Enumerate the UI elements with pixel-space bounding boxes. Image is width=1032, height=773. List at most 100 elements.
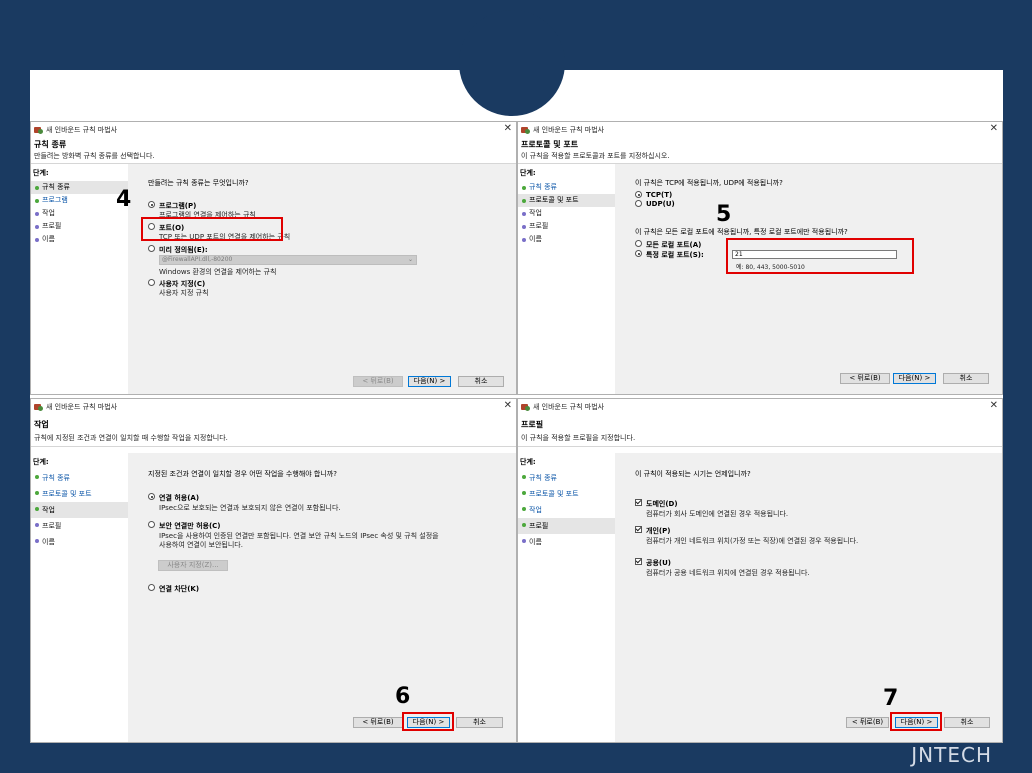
option-specific-ports[interactable]: 특정 로컬 포트(S): (635, 250, 704, 260)
back-button[interactable]: < 뒤로(B) (840, 373, 890, 384)
customize-button[interactable]: 사용자 지정(Z)... (158, 560, 228, 571)
steps-label: 단계: (520, 169, 536, 177)
radio-allow-secure[interactable] (148, 521, 155, 528)
wizard-content: 만들려는 규칙 종류는 무엇입니까? 프로그램(P) 프로그램의 연결을 제어하… (128, 164, 516, 394)
step-item-profile[interactable]: 프로필 (518, 518, 615, 534)
step-item-name[interactable]: 이름 (31, 233, 128, 246)
next-button[interactable]: 다음(N) > (893, 373, 936, 384)
radio-tcp[interactable] (635, 191, 642, 198)
step-item-action[interactable]: 작업 (31, 502, 128, 518)
option-predefined-desc: Windows 환경의 연결을 제어하는 규칙 (159, 268, 277, 276)
back-button[interactable]: < 뒤로(B) (353, 376, 403, 387)
highlight-port-option (141, 217, 283, 241)
highlight-next-step6 (402, 712, 454, 731)
question-text: 지정된 조건과 연결이 일치할 경우 어떤 작업을 수행해야 합니까? (148, 470, 337, 478)
step-item-name[interactable]: 이름 (518, 534, 615, 550)
firewall-app-icon (521, 126, 530, 134)
window-title: 새 인바운드 규칙 마법사 (46, 403, 118, 411)
cancel-button[interactable]: 취소 (456, 717, 503, 728)
radio-allow[interactable] (148, 493, 155, 500)
option-allow-secure[interactable]: 보안 연결만 허용(C) (148, 521, 221, 531)
protocol-question: 이 규칙은 TCP에 적용됩니까, UDP에 적용됩니까? (635, 179, 783, 187)
step-number-6: 6 (395, 684, 411, 709)
title-bar: 새 인바운드 규칙 마법사 (518, 399, 1002, 415)
step-item-rule-type[interactable]: 규칙 종류 (518, 470, 615, 486)
option-block[interactable]: 연결 차단(K) (148, 584, 199, 594)
cancel-button[interactable]: 취소 (458, 376, 504, 387)
cancel-button[interactable]: 취소 (943, 373, 989, 384)
step-item-program[interactable]: 프로그램 (31, 194, 128, 207)
step-number-4: 4 (116, 187, 132, 212)
header-title: 작업 (34, 420, 49, 429)
step-item-protocol-port[interactable]: 프로토콜 및 포트 (518, 194, 615, 207)
wizard-header: 규칙 종류 만들려는 방화벽 규칙 종류를 선택합니다. (31, 138, 516, 164)
step-item-profile[interactable]: 프로필 (31, 518, 128, 534)
window-title: 새 인바운드 규칙 마법사 (46, 126, 118, 134)
step-item-protocol-port[interactable]: 프로토콜 및 포트 (518, 486, 615, 502)
option-domain-desc: 컴퓨터가 회사 도메인에 연결된 경우 적용됩니다. (646, 510, 789, 518)
radio-custom[interactable] (148, 279, 155, 286)
radio-block[interactable] (148, 584, 155, 591)
step-item-profile[interactable]: 프로필 (518, 220, 615, 233)
step-item-action[interactable]: 작업 (31, 207, 128, 220)
title-bar: 새 인바운드 규칙 마법사 (31, 122, 516, 138)
radio-all-ports[interactable] (635, 240, 642, 247)
step-item-name[interactable]: 이름 (518, 233, 615, 246)
option-private[interactable]: 개인(P) (635, 526, 670, 536)
option-public-desc: 컴퓨터가 공용 네트워크 위치에 연결된 경우 적용됩니다. (646, 569, 810, 577)
back-button[interactable]: < 뒤로(B) (353, 717, 403, 728)
wizard-header: 프로토콜 및 포트 이 규칙을 적용할 프로토콜과 포트를 지정하십시오. (518, 138, 1002, 164)
wizard-header: 프로필 이 규칙을 적용할 프로필을 지정합니다. (518, 415, 1002, 447)
wizard-content: 지정된 조건과 연결이 일치할 경우 어떤 작업을 수행해야 합니까? 연결 허… (128, 453, 516, 742)
back-button[interactable]: < 뒤로(B) (846, 717, 889, 728)
option-udp[interactable]: UDP(U) (635, 200, 675, 208)
checkbox-public[interactable] (635, 558, 642, 565)
step-item-profile[interactable]: 프로필 (31, 220, 128, 233)
radio-predefined[interactable] (148, 245, 155, 252)
header-subtitle: 이 규칙을 적용할 프로토콜과 포트를 지정하십시오. (521, 152, 670, 160)
step-item-rule-type[interactable]: 규칙 종류 (31, 181, 128, 194)
close-icon[interactable]: ✕ (504, 400, 512, 411)
wizard-window-rule-type: 새 인바운드 규칙 마법사 ✕ 규칙 종류 만들려는 방화벽 규칙 종류를 선택… (30, 121, 517, 395)
radio-udp[interactable] (635, 200, 642, 207)
checkbox-domain[interactable] (635, 499, 642, 506)
cancel-button[interactable]: 취소 (944, 717, 990, 728)
option-domain[interactable]: 도메인(D) (635, 499, 678, 509)
header-subtitle: 만들려는 방화벽 규칙 종류를 선택합니다. (34, 152, 155, 160)
step-item-name[interactable]: 이름 (31, 534, 128, 550)
wizard-content: 이 규칙은 TCP에 적용됩니까, UDP에 적용됩니까? TCP(T) UDP… (615, 164, 1002, 394)
window-title: 새 인바운드 규칙 마법사 (533, 403, 605, 411)
radio-specific-ports[interactable] (635, 250, 642, 257)
steps-panel: 단계: 규칙 종류 프로토콜 및 포트 작업 프로필 이름 (518, 164, 615, 394)
next-button[interactable]: 다음(N) > (408, 376, 451, 387)
question-text: 이 규칙이 적용되는 시기는 언제입니까? (635, 470, 751, 478)
option-private-desc: 컴퓨터가 개인 네트워크 위치(가정 또는 직장)에 연결된 경우 적용됩니다. (646, 537, 859, 545)
step-item-rule-type[interactable]: 규칙 종류 (31, 470, 128, 486)
header-title: 규칙 종류 (34, 140, 67, 149)
header-subtitle: 규칙에 지정된 조건과 연결이 일치할 때 수행할 작업을 지정합니다. (34, 434, 228, 442)
title-bar: 새 인바운드 규칙 마법사 (518, 122, 1002, 138)
checkbox-private[interactable] (635, 526, 642, 533)
option-all-ports[interactable]: 모든 로컬 포트(A) (635, 240, 701, 250)
wizard-window-action: 새 인바운드 규칙 마법사 ✕ 작업 규칙에 지정된 조건과 연결이 일치할 때… (30, 398, 517, 743)
step-item-action[interactable]: 작업 (518, 207, 615, 220)
option-public[interactable]: 공용(U) (635, 558, 671, 568)
step-item-action[interactable]: 작업 (518, 502, 615, 518)
title-bar: 새 인바운드 규칙 마법사 (31, 399, 516, 415)
close-icon[interactable]: ✕ (504, 123, 512, 134)
brand-logo-text: JNTECH (911, 743, 992, 767)
close-icon[interactable]: ✕ (990, 400, 998, 411)
option-allow[interactable]: 연결 허용(A) (148, 493, 199, 503)
option-allow-desc: IPsec으로 보호되는 연결과 보호되지 않은 연결이 포함됩니다. (159, 504, 341, 512)
firewall-app-icon (34, 403, 43, 411)
predefined-combo[interactable]: @FirewallAPI.dll,-80200 ⌄ (159, 255, 417, 265)
radio-program[interactable] (148, 201, 155, 208)
decorative-circle (459, 10, 565, 116)
step-item-protocol-port[interactable]: 프로토콜 및 포트 (31, 486, 128, 502)
option-predefined[interactable]: 미리 정의됨(E): (148, 245, 208, 255)
step-item-rule-type[interactable]: 규칙 종류 (518, 181, 615, 194)
option-tcp[interactable]: TCP(T) (635, 191, 672, 199)
close-icon[interactable]: ✕ (990, 123, 998, 134)
steps-panel: 단계: 규칙 종류 프로토콜 및 포트 작업 프로필 이름 (31, 453, 128, 742)
steps-label: 단계: (33, 169, 49, 177)
